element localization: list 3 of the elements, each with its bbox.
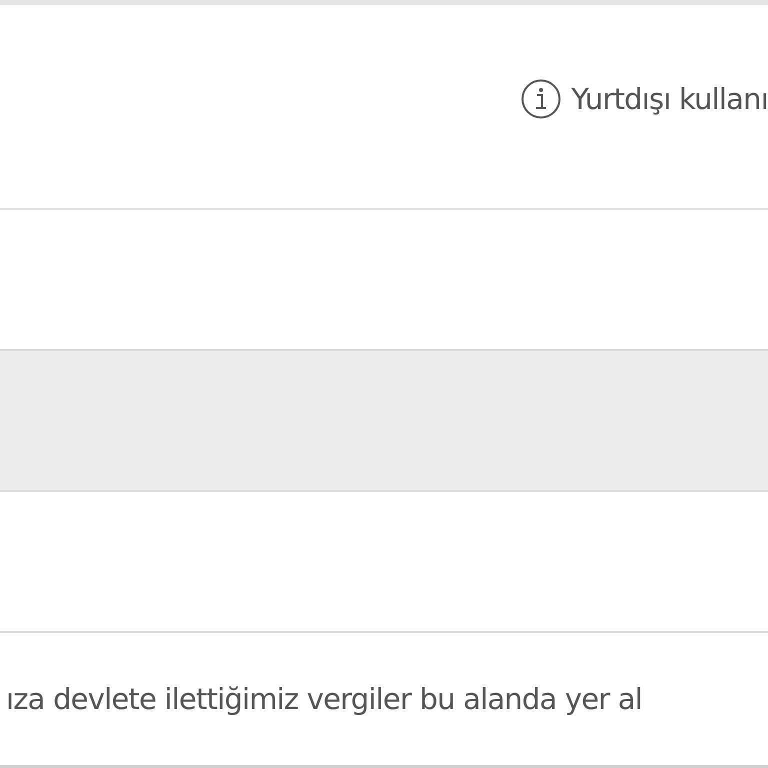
- info-note: Yurtdışı kullanı: [571, 82, 768, 116]
- info-icon: [521, 78, 562, 118]
- footer-note: ıza devlete ilettiğimiz vergiler bu alanda yer al: [6, 682, 642, 716]
